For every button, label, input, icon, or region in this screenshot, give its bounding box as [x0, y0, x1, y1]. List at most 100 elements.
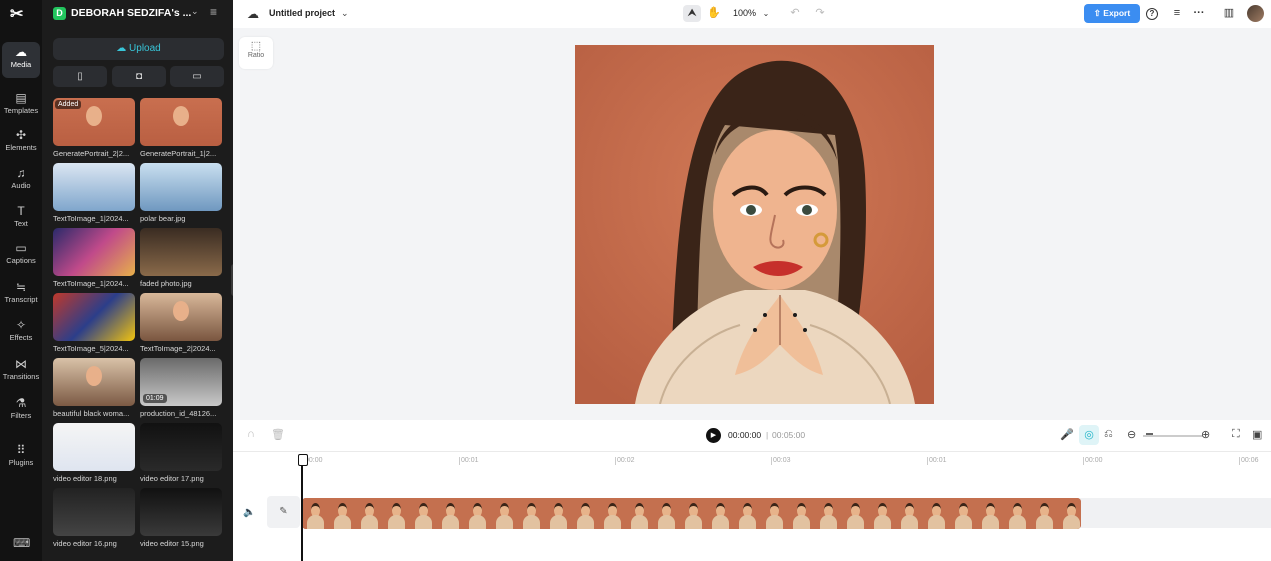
media-thumbnail[interactable]: [53, 228, 135, 276]
record-screen-button[interactable]: ▭: [170, 66, 224, 87]
split-icon[interactable]: ∩: [247, 428, 255, 440]
zoom-out-icon[interactable]: ⊖: [1127, 428, 1136, 441]
rail-item-effects[interactable]: ✧ Effects: [2, 315, 40, 351]
media-thumbnail[interactable]: [140, 98, 222, 146]
audio-icon: ♫: [16, 166, 26, 180]
media-filename: video editor 16.png: [53, 539, 117, 548]
rail-item-label: Effects: [9, 333, 33, 342]
redo-icon[interactable]: ↷: [811, 5, 829, 22]
media-thumbnail[interactable]: [53, 293, 135, 341]
rail-item-media[interactable]: ☁ Media: [2, 42, 40, 78]
ruler-tick-label: 00:06: [1239, 457, 1259, 465]
export-button[interactable]: ⇧ Export: [1084, 4, 1140, 23]
effects-icon: ✧: [15, 318, 27, 332]
workspace-switcher[interactable]: D DEBORAH SEDZIFA's ...: [53, 5, 191, 21]
plugins-icon: ⠿: [16, 443, 26, 457]
preview-area: ⬚ Ratio: [233, 28, 1271, 420]
media-filename: TextToImage_1|2024...: [53, 279, 129, 288]
rail-item-transitions[interactable]: ⋈ Transitions: [2, 354, 40, 390]
ai-assist-icon[interactable]: ◎: [1079, 425, 1099, 445]
ruler-tick-label: 00:00: [1083, 457, 1103, 465]
media-thumbnail[interactable]: [53, 488, 135, 536]
portrait-image: [575, 45, 934, 404]
select-tool-icon[interactable]: ⮝: [683, 5, 701, 22]
playhead[interactable]: [298, 454, 308, 561]
media-filename: TextToImage_1|2024...: [53, 214, 129, 223]
rail-item-label: Transcript: [4, 295, 38, 304]
caption-icon[interactable]: ▣: [1252, 428, 1262, 441]
chevron-down-icon[interactable]: ⌄: [757, 5, 775, 22]
media-thumbnail[interactable]: [140, 488, 222, 536]
layout-icon[interactable]: ▥: [1220, 5, 1238, 22]
clip-frame: [491, 498, 518, 529]
chevron-down-icon[interactable]: ⌄: [191, 6, 199, 17]
more-icon[interactable]: ···: [1190, 5, 1208, 22]
phone-upload-button[interactable]: ▯: [53, 66, 107, 87]
clip-frame: [518, 498, 545, 529]
clip-frame: [707, 498, 734, 529]
media-filename: faded photo.jpg: [140, 279, 192, 288]
ruler-tick-label: 00:02: [615, 457, 635, 465]
clip-frame: [734, 498, 761, 529]
rail-item-label: Templates: [3, 106, 39, 115]
zoom-level[interactable]: 100%: [733, 8, 756, 18]
mute-track-icon[interactable]: 🔈: [243, 507, 255, 518]
media-thumbnail[interactable]: [53, 423, 135, 471]
chevron-down-icon[interactable]: ⌄: [341, 8, 349, 19]
rail-item-filters[interactable]: ⚗ Filters: [2, 393, 40, 429]
media-thumbnail[interactable]: [140, 228, 222, 276]
media-thumbnail[interactable]: [53, 163, 135, 211]
clip-frame: [680, 498, 707, 529]
project-title[interactable]: Untitled project: [269, 8, 335, 18]
current-time: 00:00:00: [728, 430, 762, 440]
rail-item-elements[interactable]: ✣ Elements: [2, 125, 40, 161]
help-icon[interactable]: ?: [1146, 8, 1158, 20]
ratio-button[interactable]: ⬚ Ratio: [239, 37, 273, 69]
record-video-button[interactable]: ◘: [112, 66, 166, 87]
microphone-icon[interactable]: 🎤: [1060, 428, 1074, 441]
edit-cover-button[interactable]: ✎: [267, 496, 300, 528]
rail-item-audio[interactable]: ♫ Audio: [2, 163, 40, 199]
media-thumbnail[interactable]: [140, 293, 222, 341]
clip-frame: [815, 498, 842, 529]
canvas-preview[interactable]: [575, 45, 934, 404]
filter-menu-icon[interactable]: ≡: [210, 5, 217, 19]
media-filename: video editor 15.png: [140, 539, 204, 548]
capcut-logo-icon[interactable]: ✂: [10, 4, 23, 24]
rail-item-captions[interactable]: ▭ Captions: [2, 238, 40, 274]
split-view-icon[interactable]: ⎌: [1104, 428, 1113, 441]
zoom-slider-knob[interactable]: [1146, 433, 1153, 435]
media-filename: GeneratePortrait_2|2...: [53, 149, 130, 158]
delete-icon[interactable]: 🗑: [271, 428, 285, 441]
media-thumbnail[interactable]: Added: [53, 98, 135, 146]
video-clip[interactable]: [302, 498, 1081, 529]
media-thumbnail[interactable]: [140, 163, 222, 211]
avatar[interactable]: [1247, 5, 1264, 22]
fit-icon[interactable]: ⛶: [1232, 428, 1240, 441]
rail-item-text[interactable]: T Text: [2, 201, 40, 237]
duration-badge: 01:09: [143, 394, 167, 403]
rail-item-plugins[interactable]: ⠿ Plugins: [2, 440, 40, 476]
keyboard-shortcuts-icon[interactable]: ⌨: [13, 536, 30, 550]
play-button[interactable]: ▶: [706, 428, 721, 443]
media-filename: TextToImage_2|2024...: [140, 344, 216, 353]
hand-tool-icon[interactable]: ✋: [705, 5, 723, 22]
rail-item-templates[interactable]: ▤ Templates: [2, 88, 40, 124]
media-thumbnail[interactable]: 01:09: [140, 358, 222, 406]
rail-item-label: Elements: [5, 143, 37, 152]
media-icon: ☁: [15, 45, 27, 59]
zoom-slider[interactable]: [1143, 435, 1203, 437]
zoom-in-icon[interactable]: ⊕: [1201, 428, 1210, 441]
workspace-name: DEBORAH SEDZIFA's ...: [71, 7, 192, 19]
undo-icon[interactable]: ↶: [786, 5, 804, 22]
media-thumbnail[interactable]: [53, 358, 135, 406]
elements-icon: ✣: [15, 128, 27, 142]
stack-icon[interactable]: ≡: [1168, 5, 1186, 22]
rail-item-transcript[interactable]: ≒ Transcript: [2, 277, 40, 313]
upload-button[interactable]: ☁ Upload: [53, 38, 224, 60]
media-thumbnail[interactable]: [140, 423, 222, 471]
top-bar: ☁ Untitled project ⌄ ⮝ ✋ 100% ⌄ ↶ ↷ ⇧ Ex…: [233, 0, 1271, 28]
ruler-tick-label: 00:01: [459, 457, 479, 465]
templates-icon: ▤: [15, 91, 27, 105]
clip-frame: [383, 498, 410, 529]
